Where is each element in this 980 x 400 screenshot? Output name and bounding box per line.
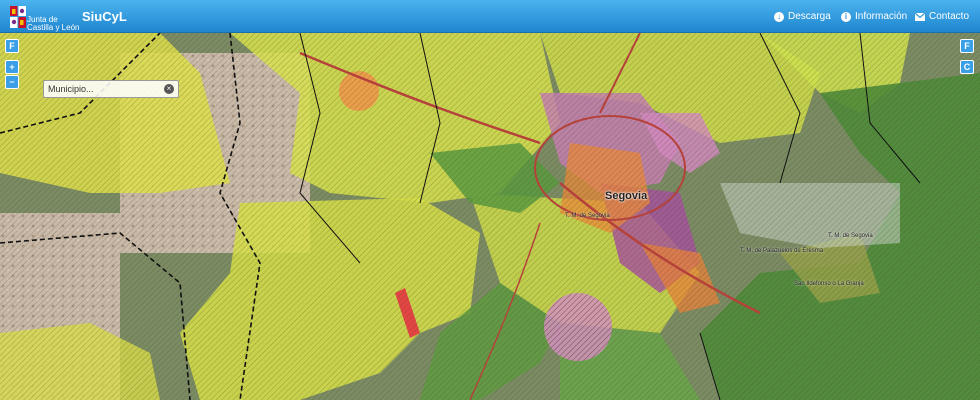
info-icon: i xyxy=(841,11,851,22)
map-municipality-label: T. M. de Palazuelos de Eresma xyxy=(740,248,824,254)
download-icon: ↓ xyxy=(774,11,784,22)
nav-contact-label: Contacto xyxy=(929,11,970,22)
coat-of-arms-icon xyxy=(10,6,26,28)
nav-info[interactable]: i Información xyxy=(841,11,907,22)
logo-line-2: Castilla y León xyxy=(27,23,80,32)
nav-download-label: Descarga xyxy=(788,11,831,22)
fullscreen-right-button[interactable]: F xyxy=(960,39,974,53)
zoom-in-button[interactable]: + xyxy=(5,60,19,74)
map-city-label: Segovia xyxy=(605,190,648,202)
app-title[interactable]: SiuCyL xyxy=(82,9,127,24)
municipality-search[interactable]: × xyxy=(43,80,179,98)
layers-c-button[interactable]: C xyxy=(960,60,974,74)
clear-search-icon[interactable]: × xyxy=(164,84,174,94)
nav-contact[interactable]: Contacto xyxy=(915,11,969,22)
nav-info-label: Información xyxy=(855,11,908,22)
map-municipality-label: San Ildefonso o La Granja xyxy=(794,281,864,287)
logo-text: Junta de Castilla y León xyxy=(27,16,79,32)
fullscreen-left-button[interactable]: F xyxy=(5,39,19,53)
map-municipality-label: T. M. de Segovia xyxy=(565,213,610,219)
map-view[interactable]: × Segovia T. M. de Segovia T. M. de Pala… xyxy=(0,33,980,400)
junta-logo[interactable]: Junta de Castilla y León xyxy=(8,4,79,32)
nav-download[interactable]: ↓ Descarga xyxy=(774,11,831,22)
mail-icon xyxy=(915,12,925,21)
search-input[interactable] xyxy=(48,82,160,96)
map-municipality-label: T. M. de Segovia xyxy=(828,233,873,239)
zoom-out-button[interactable]: − xyxy=(5,75,19,89)
app-header: Junta de Castilla y León SiuCyL ↓ Descar… xyxy=(0,0,980,33)
